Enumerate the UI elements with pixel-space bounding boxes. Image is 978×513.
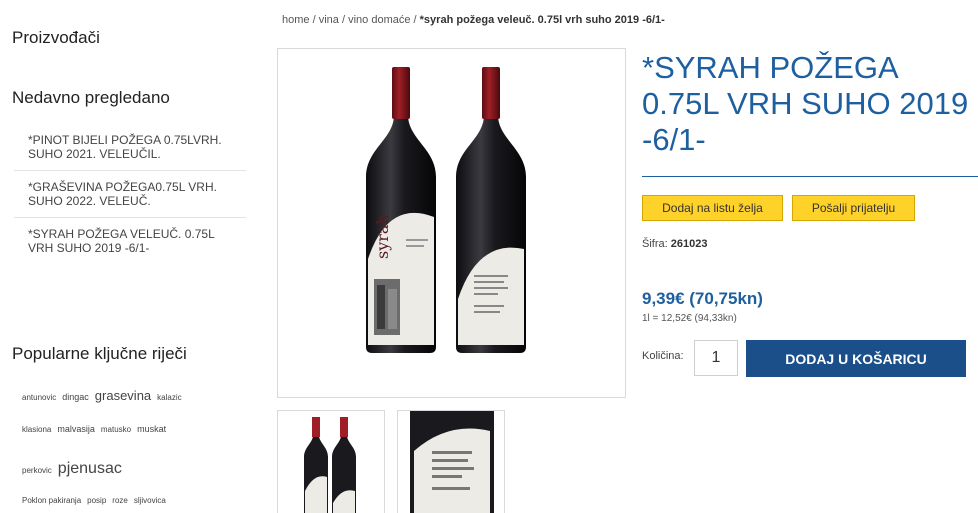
product-title: *SYRAH POŽEGA 0.75L VRH SUHO 2019 -6/1- [642,50,969,157]
wine-bottles-image: syrah [366,67,526,353]
send-to-friend-button[interactable]: Pošalji prijatelju [792,195,915,221]
bottle-label-text: syrah [373,214,392,259]
unit-price: 1l = 12,52€ (94,33kn) [642,313,737,324]
add-to-wishlist-button[interactable]: Dodaj na listu želja [642,195,783,221]
producers-heading[interactable]: Proizvođači [12,28,100,48]
breadcrumb-home[interactable]: home [282,14,310,26]
sku-label: Šifra: [642,238,668,250]
tag-perkovic[interactable]: perkovic [22,466,52,475]
tag-klasiona[interactable]: klasiona [22,425,51,434]
tag-muskat[interactable]: muskat [137,424,166,434]
tag-grasevina[interactable]: grasevina [95,388,151,403]
tag-malvasija[interactable]: malvasija [57,424,95,434]
sku-value: 261023 [670,238,708,250]
tag-posip[interactable]: posip [87,496,106,505]
tag-dingac[interactable]: dingac [62,392,89,402]
breadcrumb-separator: / [413,14,417,26]
tag-roze[interactable]: roze [112,496,128,505]
sidebar: Proizvođači Nedavno pregledano *PINOT BI… [0,0,250,513]
product-main-image[interactable]: syrah [277,48,626,398]
recently-viewed-heading: Nedavno pregledano [12,88,170,107]
quantity-label: Količina: [642,350,684,362]
thumbnail-label-closeup-image [410,411,494,513]
breadcrumb-current: *syrah požega veleuč. 0.75l vrh suho 201… [419,14,665,26]
bottle-back [456,67,526,353]
title-divider [642,176,978,177]
recent-item-grasevina[interactable]: *GRAŠEVINA POŽEGA0.75L VRH. SUHO 2022. V… [14,171,246,218]
product-thumbnail-2[interactable] [397,410,505,513]
product-sku: Šifra: 261023 [642,238,707,250]
add-to-cart-button[interactable]: DODAJ U KOŠARICU [746,340,966,377]
thumbnail-bottles-image [304,417,356,513]
breadcrumb-vina[interactable]: vina [319,14,339,26]
bottle-front: syrah [366,67,436,353]
tag-antunovic[interactable]: antunovic [22,393,56,402]
breadcrumb-separator: / [341,14,346,26]
recently-viewed-list: *PINOT BIJELI POŽEGA 0.75LVRH. SUHO 2021… [14,124,246,264]
breadcrumb-vino-domace[interactable]: vino domaće [348,14,410,26]
product-price: 9,39€ (70,75kn) [642,289,763,308]
breadcrumb: home / vina / vino domaće / *syrah požeg… [282,14,665,26]
breadcrumb-separator: / [312,14,316,26]
tag-kalazic[interactable]: kalazic [157,393,181,402]
recent-item-pinot[interactable]: *PINOT BIJELI POŽEGA 0.75LVRH. SUHO 2021… [14,124,246,171]
tag-cloud: antunovic dingac grasevina kalazic klasi… [22,388,246,513]
tag-matusko[interactable]: matusko [101,425,131,434]
recent-item-syrah[interactable]: *SYRAH POŽEGA VELEUČ. 0.75L VRH SUHO 201… [14,218,246,264]
product-thumbnail-1[interactable] [277,410,385,513]
tag-poklon-pakiranja[interactable]: Poklon pakiranja [22,496,81,505]
tag-sljivovica[interactable]: sljivovica [134,496,166,505]
popular-keywords-heading: Popularne ključne riječi [12,344,187,363]
quantity-input[interactable] [694,340,738,376]
tag-pjenusac[interactable]: pjenusac [58,460,122,478]
